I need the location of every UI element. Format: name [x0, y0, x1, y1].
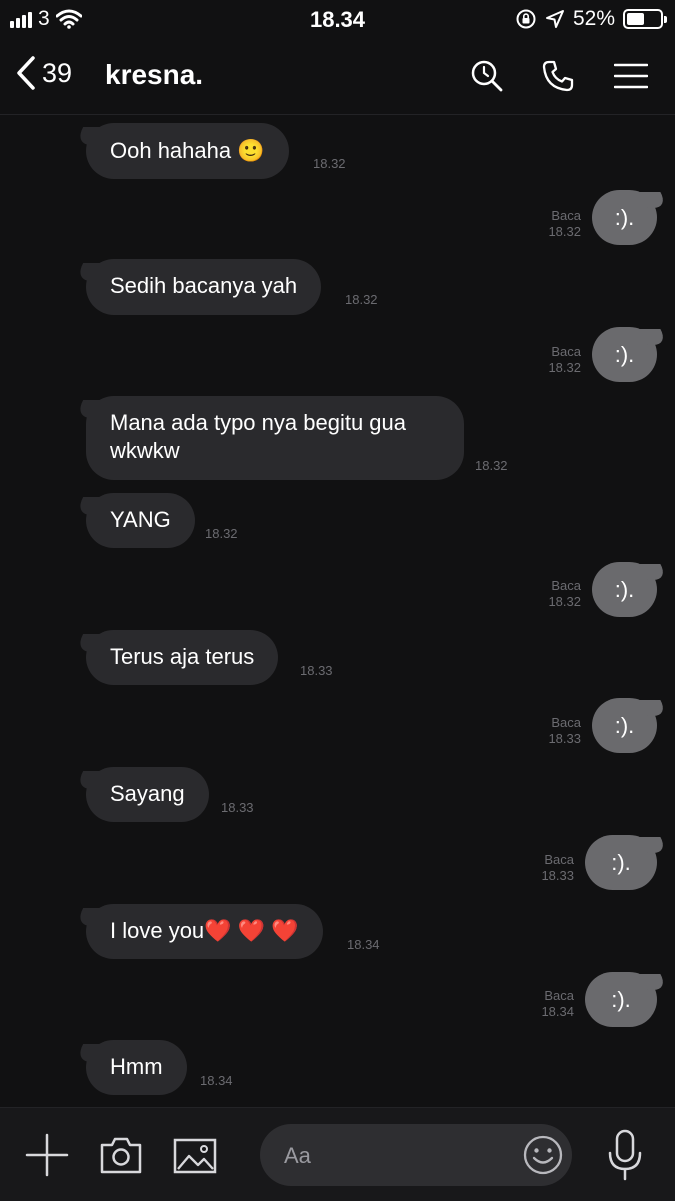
outgoing-message[interactable]: :).: [592, 698, 657, 753]
message-meta: Baca 18.34: [541, 988, 574, 1020]
message-time: 18.32: [548, 360, 581, 375]
location-arrow-icon: [545, 9, 565, 29]
battery-fill: [627, 13, 644, 25]
rotation-lock-icon: [515, 8, 537, 30]
incoming-message[interactable]: YANG: [86, 493, 195, 548]
read-status: Baca: [551, 344, 581, 359]
menu-icon: [614, 62, 648, 90]
message-time: 18.33: [300, 663, 333, 678]
message-text: YANG: [110, 507, 171, 532]
message-text: Ooh hahaha 🙂: [110, 138, 265, 163]
message-time: 18.34: [541, 1004, 574, 1019]
read-status: Baca: [544, 852, 574, 867]
message-text: Sayang: [110, 781, 185, 806]
incoming-message[interactable]: I love you❤️ ❤️ ❤️: [86, 904, 323, 959]
outgoing-message[interactable]: :).: [592, 327, 657, 382]
search-icon: [470, 59, 504, 93]
incoming-message[interactable]: Mana ada typo nya begitu gua wkwkw: [86, 396, 464, 480]
menu-button[interactable]: [611, 56, 651, 96]
back-button[interactable]: 39: [16, 56, 72, 90]
incoming-message[interactable]: Ooh hahaha 🙂: [86, 123, 289, 179]
phone-icon: [541, 59, 575, 93]
emoji-icon: [523, 1135, 563, 1175]
chat-title: kresna.: [105, 59, 204, 90]
incoming-message[interactable]: Sedih bacanya yah: [86, 259, 322, 315]
outgoing-message[interactable]: :).: [585, 972, 657, 1027]
message-time: 18.32: [548, 224, 581, 239]
message-meta: Baca 18.33: [541, 852, 574, 884]
microphone-icon: [607, 1129, 643, 1181]
emoji-button[interactable]: [522, 1134, 564, 1176]
message-input[interactable]: [282, 1124, 516, 1188]
message-time: 18.32: [205, 526, 238, 541]
outgoing-message[interactable]: :).: [592, 562, 657, 617]
message-meta: Baca 18.32: [548, 578, 581, 610]
message-time: 18.33: [548, 731, 581, 746]
battery-percent: 52%: [572, 7, 615, 30]
read-status: Baca: [551, 578, 581, 593]
message-time: 18.33: [221, 800, 254, 815]
message-list[interactable]: Ooh hahaha 🙂 18.32 Baca 18.32 :). Sedih …: [0, 115, 675, 1107]
battery-icon: [623, 9, 667, 29]
message-time: 18.33: [541, 868, 574, 883]
camera-icon: [99, 1135, 143, 1175]
message-text: Sedih bacanya yah: [110, 273, 298, 298]
incoming-message[interactable]: Sayang: [86, 767, 209, 822]
message-text: :).: [614, 712, 635, 738]
message-meta: Baca 18.32: [548, 344, 581, 376]
message-meta: Baca 18.32: [548, 208, 581, 240]
search-button[interactable]: [467, 56, 507, 96]
add-button[interactable]: [24, 1132, 70, 1178]
message-time: 18.32: [475, 458, 508, 473]
message-text: :).: [614, 204, 635, 230]
message-text: :).: [614, 341, 635, 367]
message-text: :).: [614, 576, 635, 602]
message-time: 18.32: [313, 156, 346, 171]
chevron-left-icon: [16, 56, 36, 90]
incoming-message[interactable]: Hmm: [86, 1040, 187, 1095]
image-icon: [173, 1137, 217, 1175]
message-text: Mana ada typo nya begitu gua wkwkw: [110, 410, 407, 463]
message-text: Hmm: [110, 1054, 163, 1079]
message-input-container[interactable]: [260, 1124, 572, 1188]
incoming-message[interactable]: Terus aja terus: [86, 630, 279, 685]
plus-icon: [25, 1133, 69, 1177]
outgoing-message[interactable]: :).: [592, 190, 657, 245]
message-time: 18.34: [347, 937, 380, 952]
voice-button[interactable]: [604, 1128, 646, 1182]
message-text: :).: [611, 986, 631, 1012]
message-text: I love you❤️ ❤️ ❤️: [110, 918, 299, 943]
camera-button[interactable]: [98, 1134, 144, 1176]
message-text: :).: [611, 849, 631, 875]
message-text: Terus aja terus: [110, 644, 255, 669]
composer-bar: [0, 1107, 675, 1201]
message-time: 18.34: [200, 1073, 233, 1088]
read-status: Baca: [544, 988, 574, 1003]
read-status: Baca: [551, 208, 581, 223]
outgoing-message[interactable]: :).: [585, 835, 657, 890]
message-time: 18.32: [548, 594, 581, 609]
status-bar-right: 52%: [515, 7, 667, 31]
status-bar: 3 18.34 52%: [0, 0, 675, 38]
message-time: 18.32: [345, 292, 378, 307]
chat-header: 39 kresna.: [0, 38, 675, 115]
read-status: Baca: [551, 715, 581, 730]
message-meta: Baca 18.33: [548, 715, 581, 747]
call-button[interactable]: [538, 56, 578, 96]
unread-count: 39: [42, 57, 73, 88]
gallery-button[interactable]: [172, 1136, 218, 1176]
